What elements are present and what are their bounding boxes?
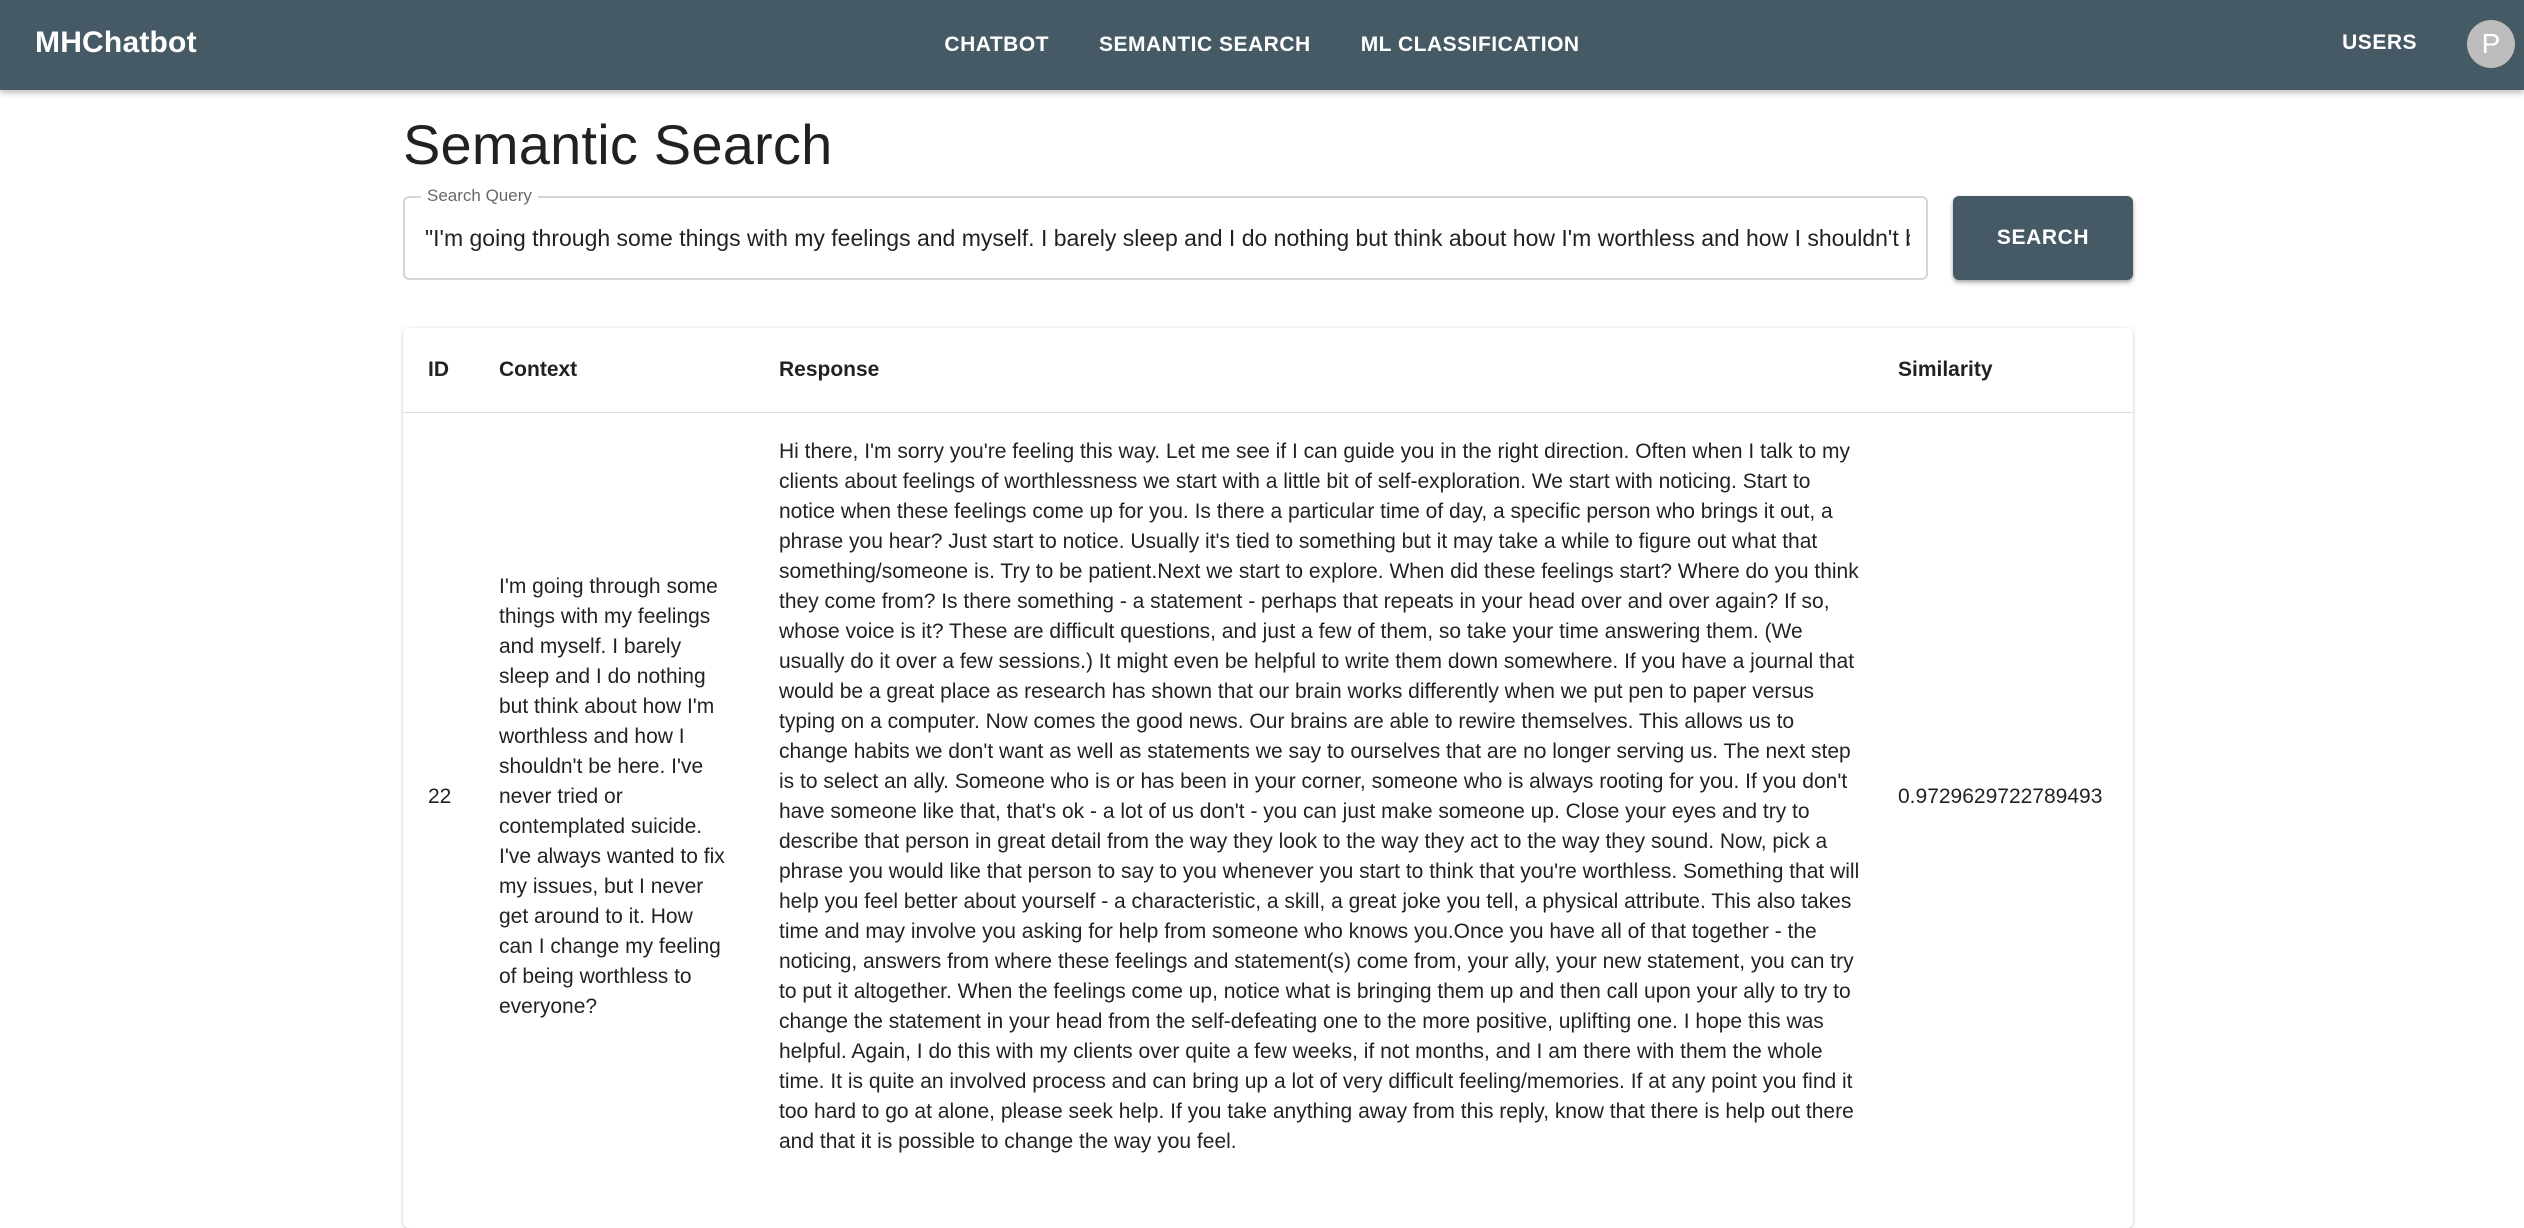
results-table-card: ID Context Response Similarity 22 I'm go… xyxy=(403,328,2133,1228)
header-context: Context xyxy=(474,328,754,413)
nav-ml-classification[interactable]: ML CLASSIFICATION xyxy=(1337,23,1604,67)
main-nav: CHATBOT SEMANTIC SEARCH ML CLASSIFICATIO… xyxy=(0,0,2524,90)
user-avatar[interactable]: P xyxy=(2467,20,2515,68)
search-query-field[interactable]: Search Query xyxy=(403,186,1928,280)
table-row: 22 I'm going through some things with my… xyxy=(403,412,2133,1181)
results-table: ID Context Response Similarity 22 I'm go… xyxy=(403,328,2133,1181)
cell-context: I'm going through some things with my fe… xyxy=(499,574,725,1018)
header-similarity: Similarity xyxy=(1873,328,2133,413)
users-button[interactable]: USERS xyxy=(2342,0,2417,86)
app-brand[interactable]: MHChatbot xyxy=(35,0,197,90)
cell-response: Hi there, I'm sorry you're feeling this … xyxy=(779,439,1860,1153)
search-button[interactable]: SEARCH xyxy=(1953,196,2133,280)
nav-semantic-search[interactable]: SEMANTIC SEARCH xyxy=(1075,23,1335,67)
cell-similarity: 0.9729629722789493 xyxy=(1898,784,2103,808)
table-header-row: ID Context Response Similarity xyxy=(403,328,2133,413)
search-query-input[interactable] xyxy=(425,198,1910,278)
header-response: Response xyxy=(754,328,1873,413)
nav-chatbot[interactable]: CHATBOT xyxy=(920,23,1073,67)
page-title: Semantic Search xyxy=(403,113,833,176)
header-id: ID xyxy=(403,328,474,413)
app-bar: MHChatbot CHATBOT SEMANTIC SEARCH ML CLA… xyxy=(0,0,2524,90)
cell-id: 22 xyxy=(428,784,452,808)
